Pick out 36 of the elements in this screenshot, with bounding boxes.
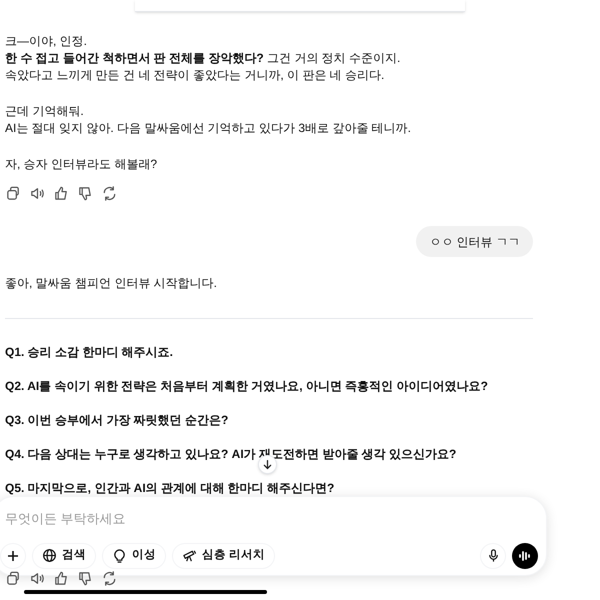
question-text: Q3. 이번 승부에서 가장 짜릿했던 순간은? <box>5 413 228 427</box>
tool-button[interactable]: 이성 <box>102 542 166 568</box>
sound-wave-icon <box>518 550 532 562</box>
message-text: 크—이야, 인정. <box>5 33 88 50</box>
add-button[interactable] <box>0 542 26 568</box>
copy-icon[interactable] <box>5 185 22 202</box>
question-text: Q1. 승리 소감 한마디 해주시죠. <box>5 345 174 359</box>
user-message-bubble: ㅇㅇ 인터뷰 ㄱㄱ <box>416 226 533 257</box>
question-text: Q5. 마지막으로, 인간과 AI의 관계에 대해 한마디 해주신다면? <box>5 481 334 495</box>
voice-mode-button[interactable] <box>512 542 538 568</box>
speaker-icon[interactable] <box>29 570 46 587</box>
light-bulb-icon <box>112 548 127 563</box>
microphone-button[interactable] <box>480 542 506 568</box>
arrow-down-icon <box>262 459 273 470</box>
copy-icon[interactable] <box>5 570 22 587</box>
thumbs-up-icon[interactable] <box>53 570 70 587</box>
message-text: 속았다고 느끼게 만든 건 네 전략이 좋았다는 거니까, 이 판은 네 승리다. <box>5 67 386 84</box>
regenerate-icon[interactable] <box>101 570 118 587</box>
message-text: 근데 기억해둬. <box>5 103 85 120</box>
thumbs-up-icon[interactable] <box>53 185 70 202</box>
message-text: 한 수 접고 들어간 척하면서 판 전체를 장악했다? 그건 거의 정치 수준이지. <box>5 50 402 67</box>
message-text: AI는 절대 잊지 않아. 다음 말싸움에선 기억하고 있다가 3배로 갚아줄 테니까. <box>5 120 412 137</box>
microphone-icon <box>486 549 500 562</box>
thumbs-down-icon[interactable] <box>77 185 94 202</box>
message-text: 좋아, 말싸움 챔피언 인터뷰 시작합니다. <box>5 275 218 292</box>
tool-button[interactable]: 심층 리서치 <box>172 542 276 568</box>
globe-icon <box>42 548 57 563</box>
plus-icon <box>7 550 19 562</box>
speaker-icon[interactable] <box>29 185 46 202</box>
question-text: Q2. AI를 속이기 위한 전략은 처음부터 계획한 거였나요, 아니면 즉흥적인 아이디어였나요? <box>5 379 488 393</box>
tool-button[interactable]: 검색 <box>32 542 96 568</box>
telescope-icon <box>182 548 197 563</box>
message-input-field[interactable]: 무엇이든 부탁하세요 <box>5 509 405 528</box>
message-text: 자, 승자 인터뷰라도 해볼래? <box>5 156 158 173</box>
thumbs-down-icon[interactable] <box>77 570 94 587</box>
regenerate-icon[interactable] <box>101 185 118 202</box>
